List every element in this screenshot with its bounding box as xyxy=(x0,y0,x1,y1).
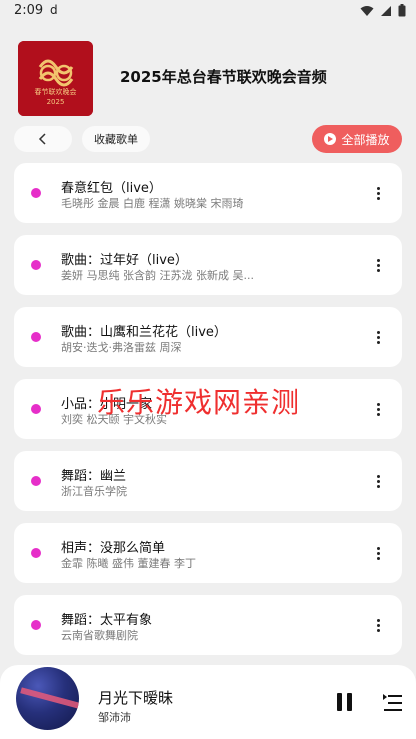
playlist-icon[interactable] xyxy=(382,693,404,713)
song-dot-icon xyxy=(31,332,41,342)
song-artist: 云南省歌舞剧院 xyxy=(61,629,138,642)
wifi-icon xyxy=(360,5,374,16)
status-indicator: d xyxy=(50,3,58,17)
song-item[interactable]: 舞蹈：太平有象 云南省歌舞剧院 xyxy=(14,595,402,655)
song-artist: 胡安·迭戈·弗洛雷兹 周深 xyxy=(61,341,182,354)
status-bar: 2:09 d xyxy=(0,0,416,24)
song-artist: 姜妍 马思纯 张含韵 汪苏泷 张新成 吴... xyxy=(61,269,254,282)
song-artist: 毛晓彤 金晨 白鹿 程潇 姚晓棠 宋雨琦 xyxy=(61,197,244,210)
song-dot-icon xyxy=(31,404,41,414)
player-song-artist: 邹沛沛 xyxy=(98,711,131,724)
watermark-text: 乐乐游戏网亲测 xyxy=(97,386,301,419)
song-title: 春意红包（live） xyxy=(61,181,162,196)
player-song-title: 月光下暧昧 xyxy=(98,689,174,707)
page-title: 2025年总台春节联欢晚会音频 xyxy=(120,68,327,86)
more-icon[interactable] xyxy=(368,327,388,347)
song-item[interactable]: 相声：没那么简单 金霏 陈曦 盛伟 董建春 李丁 xyxy=(14,523,402,583)
more-icon[interactable] xyxy=(368,471,388,491)
song-dot-icon xyxy=(31,260,41,270)
signal-icon xyxy=(381,5,391,16)
song-item[interactable]: 歌曲：山鹰和兰花花（live） 胡安·迭戈·弗洛雷兹 周深 xyxy=(14,307,402,367)
back-button[interactable] xyxy=(14,126,72,152)
mini-player[interactable]: 月光下暧昧 邹沛沛 xyxy=(0,665,416,739)
more-icon[interactable] xyxy=(368,615,388,635)
status-time: 2:09 xyxy=(14,3,44,18)
chevron-left-icon xyxy=(38,133,46,145)
status-icons xyxy=(360,4,406,17)
cover-year: 2025 xyxy=(46,98,65,106)
more-icon[interactable] xyxy=(368,183,388,203)
song-artist: 浙江音乐学院 xyxy=(61,485,127,498)
song-title: 歌曲：过年好（live） xyxy=(61,253,188,268)
more-icon[interactable] xyxy=(368,399,388,419)
battery-icon xyxy=(398,4,406,17)
song-item[interactable]: 歌曲：过年好（live） 姜妍 马思纯 张含韵 汪苏泷 张新成 吴... xyxy=(14,235,402,295)
song-dot-icon xyxy=(31,188,41,198)
album-cover: 春节联欢晚会 2025 xyxy=(18,41,93,116)
more-icon[interactable] xyxy=(368,255,388,275)
song-title: 舞蹈：太平有象 xyxy=(61,613,153,628)
more-icon[interactable] xyxy=(368,543,388,563)
song-dot-icon xyxy=(31,548,41,558)
song-item[interactable]: 春意红包（live） 毛晓彤 金晨 白鹿 程潇 姚晓棠 宋雨琦 xyxy=(14,163,402,223)
song-dot-icon xyxy=(31,476,41,486)
song-artist: 金霏 陈曦 盛伟 董建春 李丁 xyxy=(61,557,196,570)
song-item[interactable]: 舞蹈：幽兰 浙江音乐学院 xyxy=(14,451,402,511)
song-title: 歌曲：山鹰和兰花花（live） xyxy=(61,325,227,340)
song-dot-icon xyxy=(31,620,41,630)
cover-caption: 春节联欢晚会 xyxy=(34,88,77,96)
pause-icon[interactable] xyxy=(334,693,354,713)
song-title: 舞蹈：幽兰 xyxy=(61,469,127,484)
collect-playlist-button[interactable]: 收藏歌单 xyxy=(82,126,150,152)
play-all-label: 全部播放 xyxy=(341,132,390,147)
player-album-art[interactable] xyxy=(16,667,79,730)
play-all-button[interactable]: 全部播放 xyxy=(312,125,402,153)
song-title: 相声：没那么简单 xyxy=(61,541,166,556)
play-circle-icon xyxy=(324,133,337,145)
